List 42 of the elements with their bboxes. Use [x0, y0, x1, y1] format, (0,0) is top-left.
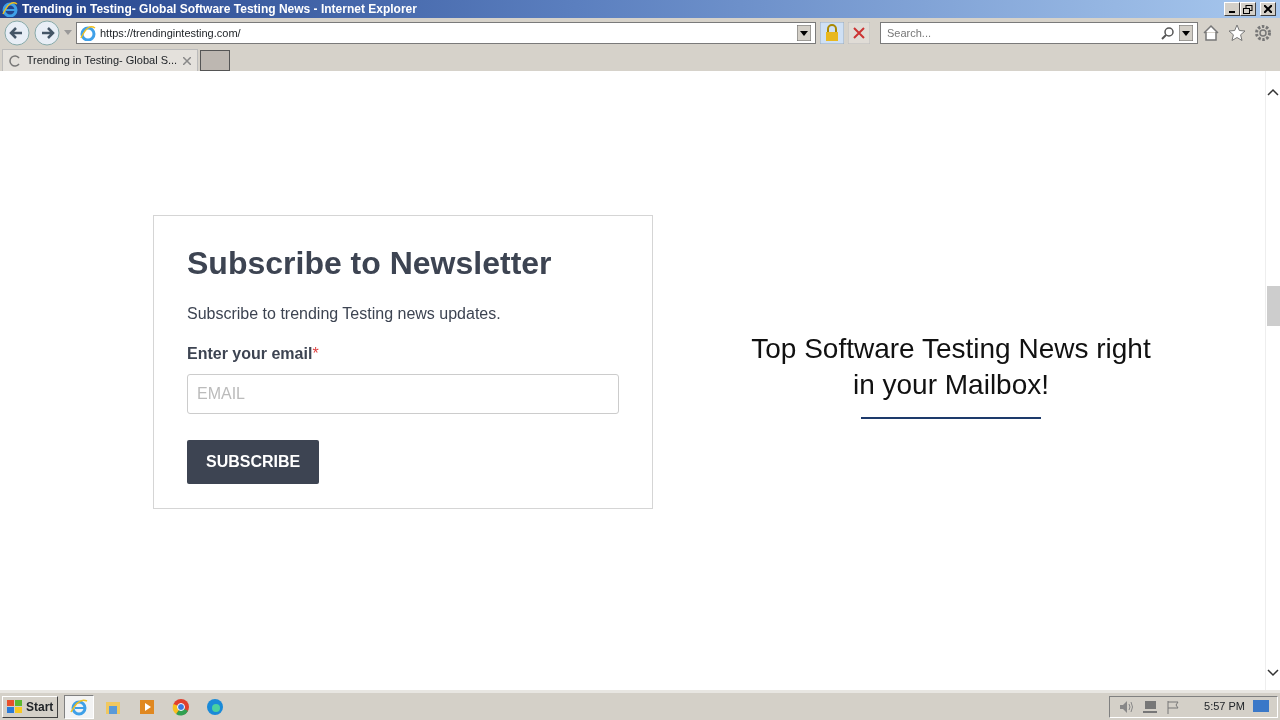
required-mark: * — [312, 344, 319, 365]
search-box[interactable]: Search... — [880, 22, 1198, 44]
browser-tab[interactable]: Trending in Testing- Global S... — [2, 49, 198, 71]
settings-icon[interactable] — [1254, 24, 1272, 42]
close-button[interactable] — [1260, 2, 1276, 16]
show-desktop-icon[interactable] — [1253, 699, 1269, 714]
stop-icon[interactable] — [848, 22, 870, 44]
forward-icon[interactable] — [34, 20, 60, 46]
speaker-icon[interactable] — [1118, 699, 1135, 714]
tagline: Top Software Testing News right in your Mailbox! — [750, 332, 1152, 402]
email-label: Enter your email — [187, 344, 313, 365]
start-button[interactable]: Start — [2, 695, 59, 718]
close-tab-icon[interactable] — [183, 56, 191, 65]
dropdown-arrow-icon[interactable] — [1179, 25, 1193, 41]
home-icon[interactable] — [1202, 24, 1220, 42]
email-field[interactable]: EMAIL — [187, 374, 619, 415]
minimize-button[interactable] — [1224, 2, 1240, 16]
scroll-down-icon[interactable] — [1266, 668, 1280, 678]
loading-icon — [9, 54, 21, 67]
network-icon[interactable] — [1142, 699, 1159, 714]
close-icon — [1264, 5, 1272, 13]
window-title: Trending in Testing- Global Software Testing News - Internet Explorer — [22, 1, 417, 18]
back-icon[interactable] — [4, 20, 30, 46]
ie-page-icon — [80, 25, 96, 41]
windows-logo-icon — [7, 699, 23, 714]
flag-icon[interactable] — [1166, 699, 1181, 714]
ie-icon[interactable] — [64, 694, 95, 719]
ie-logo-icon — [2, 1, 18, 17]
newsletter-description: Subscribe to trending Testing news updates. — [187, 304, 502, 325]
new-tab-button[interactable] — [200, 50, 230, 71]
subscribe-button[interactable]: SUBSCRIBE — [187, 440, 320, 485]
clock: 5:57 PM — [1204, 699, 1245, 715]
dropdown-arrow-icon[interactable] — [797, 25, 811, 41]
newsletter-heading: Subscribe to Newsletter — [187, 244, 553, 283]
restore-button[interactable] — [1240, 2, 1256, 16]
search-icon[interactable] — [1161, 26, 1175, 40]
address-field[interactable]: https://trendingintesting.com/ — [76, 22, 816, 44]
scroll-thumb[interactable] — [1267, 286, 1280, 326]
scroll-up-icon[interactable] — [1266, 87, 1280, 97]
padlock-icon[interactable] — [820, 22, 844, 44]
star-icon[interactable] — [1228, 24, 1246, 42]
restore-icon — [1243, 4, 1253, 14]
